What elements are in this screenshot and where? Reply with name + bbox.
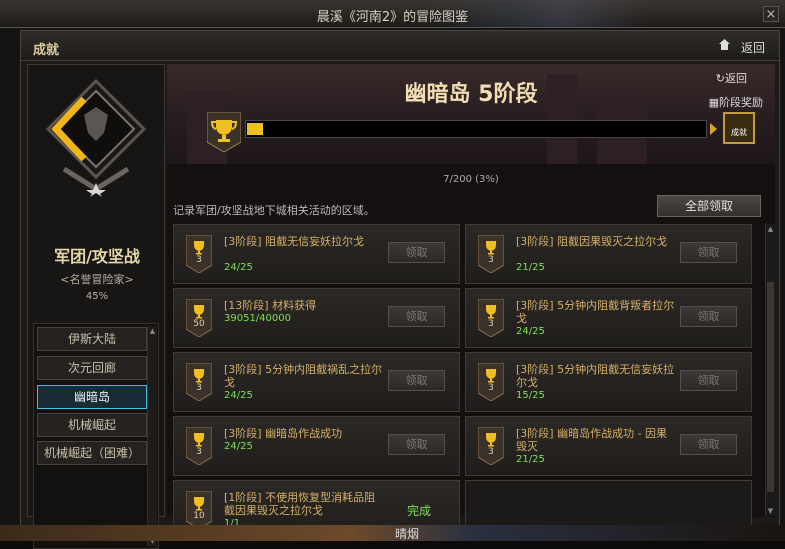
badge-count: 10 <box>193 511 205 521</box>
trophy-badge-icon <box>186 427 212 465</box>
scroll-up-icon[interactable]: ▲ <box>148 326 157 336</box>
title-bar[interactable]: 晨溪《河南2》的冒险图鉴 × <box>0 0 785 28</box>
list-item-0[interactable]: 伊斯大陆 <box>37 327 147 351</box>
stage-reward-button[interactable]: ▦阶段奖励 <box>709 94 763 110</box>
claim-button[interactable]: 领取 <box>680 306 737 327</box>
background-strip: 晴烟 <box>0 525 785 541</box>
achievement-card: 3 [3阶段] 阻截因果毁灭之拉尔戈 21/25 领取 <box>465 224 752 284</box>
stage-progress-bar <box>245 120 707 138</box>
chest-label: 成就 <box>731 128 747 137</box>
legion-emblem-icon <box>45 78 147 197</box>
gift-icon: ▦ <box>708 96 719 109</box>
trophy-badge-icon <box>186 235 212 273</box>
claim-button[interactable]: 领取 <box>388 370 445 391</box>
claim-button[interactable]: 领取 <box>388 242 445 263</box>
achievement-card: 3 [3阶段] 阻截无信妄妖拉尔戈 24/25 领取 <box>173 224 460 284</box>
chest-icon[interactable]: 成就 <box>723 112 755 144</box>
achievement-panel: 幽暗岛 5阶段 ↻返回 ▦阶段奖励 成就 7/200 (3%) 记录军团/攻坚战… <box>167 64 775 540</box>
achievement-progress: 24/25 <box>224 262 253 273</box>
progress-arrow-icon <box>710 123 717 135</box>
achievement-progress: 21/25 <box>516 262 545 273</box>
list-item-1[interactable]: 次元回廊 <box>37 356 147 380</box>
achievement-title: [3阶段] 5分钟内阻截祸乱之拉尔戈 <box>224 363 383 389</box>
achievement-title: [3阶段] 幽暗岛作战成功 <box>224 427 343 440</box>
trophy-badge-icon <box>478 363 504 401</box>
stage-banner: 幽暗岛 5阶段 ↻返回 ▦阶段奖励 成就 <box>167 64 775 164</box>
stage-reward-label: 阶段奖励 <box>719 96 763 109</box>
trophy-icon <box>207 112 241 152</box>
section-label: 成就 <box>33 43 60 58</box>
close-button[interactable]: × <box>763 6 779 22</box>
achievement-progress: 21/25 <box>516 454 545 465</box>
achievement-scrollbar[interactable]: ▲ ▼ <box>765 224 775 516</box>
achievement-grid: 3 [3阶段] 阻截无信妄妖拉尔戈 24/25 领取 3 [3阶段] 阻截因果毁灭之拉尔戈… <box>167 224 775 540</box>
badge-count: 3 <box>488 319 494 329</box>
scroll-down-icon[interactable]: ▼ <box>766 506 775 516</box>
achievement-progress: 15/25 <box>516 390 545 401</box>
achievement-title: [3阶段] 阻截因果毁灭之拉尔戈 <box>516 235 668 248</box>
list-item-2[interactable]: 幽暗岛 <box>37 385 147 409</box>
badge-count: 3 <box>488 255 494 265</box>
return-button[interactable]: ↻返回 <box>716 70 747 86</box>
return-arrow-icon: ↻ <box>715 72 725 85</box>
background-label: 晴烟 <box>395 527 420 541</box>
claim-button[interactable]: 领取 <box>388 434 445 455</box>
return-label: 返回 <box>725 72 747 85</box>
claim-button[interactable]: 领取 <box>680 370 737 391</box>
trophy-badge-icon <box>478 427 504 465</box>
achievement-card: 3 [3阶段] 幽暗岛作战成功 - 因果毁灭 21/25 领取 <box>465 416 752 476</box>
achievement-card: 3 [3阶段] 5分钟内阻截祸乱之拉尔戈 24/25 领取 <box>173 352 460 412</box>
achievement-title: [3阶段] 5分钟内阻截背叛者拉尔戈 <box>516 299 675 325</box>
category-subtitle: <名誉冒险家> <box>60 273 134 286</box>
achievement-card: 3 [3阶段] 5分钟内阻截背叛者拉尔戈 24/25 领取 <box>465 288 752 348</box>
back-button[interactable]: 返回 <box>741 39 765 56</box>
achievement-window: 晨溪《河南2》的冒险图鉴 × 成就 返回 军团/攻坚战 <名誉冒险家> 45% <box>0 0 785 549</box>
completed-label: 完成 <box>406 504 431 518</box>
dungeon-list: 伊斯大陆 次元回廊 幽暗岛 机械崛起 机械崛起（困难） ▲ ▼ <box>33 323 159 549</box>
list-item-4[interactable]: 机械崛起（困难） <box>37 441 147 465</box>
achievement-title: [3阶段] 5分钟内阻截无信妄妖拉尔戈 <box>516 363 675 389</box>
achievement-progress: 24/25 <box>516 326 545 337</box>
window-title: 晨溪《河南2》的冒险图鉴 <box>316 10 469 25</box>
progress-text: 7/200 (3%) <box>443 174 499 185</box>
category-percent: 45% <box>85 291 109 302</box>
claim-button[interactable]: 领取 <box>680 242 737 263</box>
trophy-badge-icon <box>478 299 504 337</box>
achievement-title: [3阶段] 阻截无信妄妖拉尔戈 <box>224 235 365 248</box>
badge-count: 3 <box>196 383 202 393</box>
trophy-badge-icon <box>186 299 212 337</box>
claim-button[interactable]: 领取 <box>388 306 445 327</box>
progress-fill <box>247 123 263 135</box>
section-header: 成就 返回 <box>21 31 779 61</box>
stage-description: 记录军团/攻坚战地下城相关活动的区域。 <box>173 204 375 217</box>
achievement-title: [1阶段] 不使用恢复型消耗品阻截因果毁灭之拉尔戈 <box>224 491 376 517</box>
category-title: 军团/攻坚战 <box>54 247 140 266</box>
achievement-title: [13阶段] 材料获得 <box>224 299 317 312</box>
list-scrollbar[interactable]: ▲ ▼ <box>147 326 157 546</box>
badge-count: 3 <box>196 447 202 457</box>
stage-title: 幽暗岛 5阶段 <box>404 82 538 107</box>
scroll-thumb[interactable] <box>767 282 774 492</box>
trophy-badge-icon <box>186 491 212 529</box>
scroll-up-icon[interactable]: ▲ <box>766 224 775 234</box>
achievement-card: 50 [13阶段] 材料获得 39051/40000 领取 <box>173 288 460 348</box>
trophy-badge-icon <box>478 235 504 273</box>
badge-count: 50 <box>193 319 205 329</box>
achievement-progress: 24/25 <box>224 441 253 452</box>
achievement-title: [3阶段] 幽暗岛作战成功 - 因果毁灭 <box>516 427 668 453</box>
category-panel: 军团/攻坚战 <名誉冒险家> 45% 伊斯大陆 次元回廊 幽暗岛 机械崛起 机械… <box>27 64 165 549</box>
badge-count: 3 <box>196 255 202 265</box>
badge-count: 3 <box>488 383 494 393</box>
achievement-card: 3 [3阶段] 5分钟内阻截无信妄妖拉尔戈 15/25 领取 <box>465 352 752 412</box>
achievement-progress: 24/25 <box>224 390 253 401</box>
home-icon[interactable] <box>718 38 731 51</box>
claim-all-button[interactable]: 全部领取 <box>657 195 761 217</box>
achievement-card: 3 [3阶段] 幽暗岛作战成功 24/25 领取 <box>173 416 460 476</box>
achievement-progress: 39051/40000 <box>224 313 291 324</box>
trophy-badge-icon <box>186 363 212 401</box>
list-item-3[interactable]: 机械崛起 <box>37 413 147 437</box>
main-frame: 成就 返回 军团/攻坚战 <名誉冒险家> 45% 伊斯大陆 次元回廊 幽暗岛 机… <box>20 30 780 549</box>
badge-count: 3 <box>488 447 494 457</box>
claim-button[interactable]: 领取 <box>680 434 737 455</box>
